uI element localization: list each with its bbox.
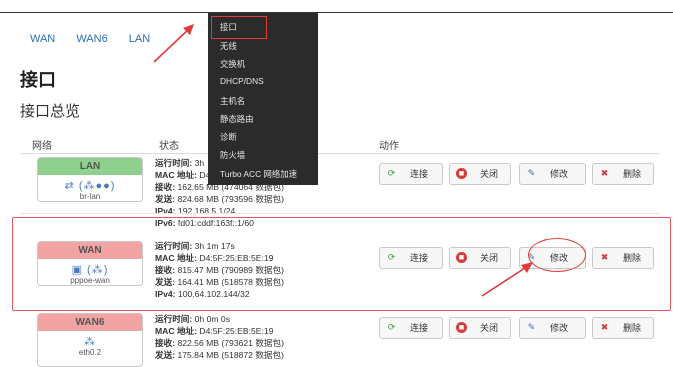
interface-tabs: WAN WAN6 LAN [30,33,168,45]
stop-icon: ■ [456,252,467,263]
col-actions: 动作 [379,141,399,152]
delete-button[interactable]: ✖ 删除 [592,247,654,269]
edit-button[interactable]: ✎ 修改 [519,163,586,185]
tab-lan[interactable]: LAN [129,33,150,45]
menu-item-hostnames[interactable]: 主机名 [220,95,245,107]
interface-badge-wan6: WAN6 ⁂ eth0.2 [37,313,143,367]
delete-icon: ✖ [600,168,609,178]
menu-item-static-routes[interactable]: 静态路由 [220,113,254,125]
top-divider [0,12,673,13]
refresh-icon: ⟳ [387,252,396,262]
annotation-arrow-icon [153,24,194,63]
network-dropdown-menu: 接口 无线 交换机 DHCP/DNS 主机名 静态路由 诊断 防火墙 Turbo… [208,13,318,185]
menu-item-diagnostics[interactable]: 诊断 [220,131,237,143]
table-header: 网络 状态 动作 [20,131,660,154]
ethernet-icon: ⁂ [84,336,96,348]
status-wan6: 运行时间: 0h 0m 0s MAC 地址: D4:5F:25:EB:5E:19… [155,314,284,360]
delete-button[interactable]: ✖ 删除 [592,317,654,339]
menu-item-dhcp-dns[interactable]: DHCP/DNS [220,76,264,86]
bridge-icon: ⇄ (⁂●●) [64,180,116,192]
edit-icon: ✎ [527,168,536,178]
menu-item-firewall[interactable]: 防火墙 [220,149,245,161]
menu-item-interfaces[interactable]: 接口 [220,21,237,33]
tab-wan6[interactable]: WAN6 [76,33,107,45]
section-title: 接口总览 [20,103,81,120]
delete-button[interactable]: ✖ 删除 [592,163,654,185]
col-status: 状态 [159,141,179,152]
badge-name: LAN [38,158,142,175]
close-button[interactable]: ■ 关闭 [449,317,511,339]
refresh-icon: ⟳ [387,168,396,178]
interface-badge-lan: LAN ⇄ (⁂●●) br-lan [37,157,143,202]
badge-name: WAN [38,242,142,259]
row-divider [20,213,660,214]
interface-badge-wan: WAN ▣ (⁂) pppoe-wan [37,241,143,286]
pppoe-icon: ▣ (⁂) [71,264,109,276]
refresh-icon: ⟳ [387,322,396,332]
edit-button[interactable]: ✎ 修改 [519,317,586,339]
actions-lan: ⟳ 连接 ■ 关闭 ✎ 修改 ✖ 删除 [379,163,669,185]
connect-button[interactable]: ⟳ 连接 [379,247,443,269]
connect-button[interactable]: ⟳ 连接 [379,163,443,185]
device-name: br-lan [79,192,101,201]
col-network: 网络 [32,141,52,152]
status-wan: 运行时间: 3h 1m 17s MAC 地址: D4:5F:25:EB:5E:1… [155,241,284,299]
device-name: pppoe-wan [70,276,110,285]
stop-icon: ■ [456,168,467,179]
annotation-arrow-icon [481,262,533,297]
menu-item-wireless[interactable]: 无线 [220,40,237,52]
stop-icon: ■ [456,322,467,333]
page-title: 接口 [20,70,56,90]
delete-icon: ✖ [600,322,609,332]
menu-item-switch[interactable]: 交换机 [220,58,245,70]
badge-name: WAN6 [38,314,142,331]
connect-button[interactable]: ⟳ 连接 [379,317,443,339]
close-button[interactable]: ■ 关闭 [449,163,511,185]
tab-wan[interactable]: WAN [30,33,55,45]
edit-icon: ✎ [527,322,536,332]
actions-wan6: ⟳ 连接 ■ 关闭 ✎ 修改 ✖ 删除 [379,317,669,339]
delete-icon: ✖ [600,252,609,262]
menu-item-turbo-acc[interactable]: Turbo ACC 网络加速 [220,168,297,180]
device-name: eth0.2 [78,348,102,357]
